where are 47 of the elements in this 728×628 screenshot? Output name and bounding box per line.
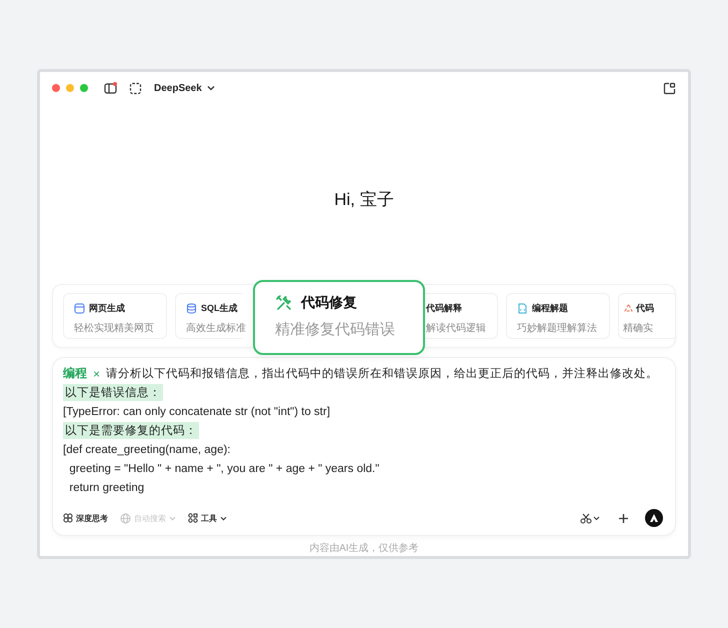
suggestion-card[interactable]: 代码修复 精准修复代码错误 [253,280,425,355]
chevron-icon [220,516,227,520]
card-title: 编程解题 [532,302,568,315]
prompt-text: [def create_greeting(name, age): [63,442,230,456]
mode-tag: 编程 [63,365,87,382]
suggestion-card[interactable]: 编程解题 巧妙解题理解算法 [506,292,610,339]
tools-icon [188,513,198,523]
globe-icon [120,512,131,524]
add-icon[interactable] [618,512,629,524]
message-input[interactable] [52,357,676,536]
prompt-text: return greeting [68,480,144,494]
toolbar-button[interactable]: 工具 [188,512,227,524]
card-title: SQL生成 [201,302,238,315]
prompt-text: [TypeError: can only concatenate str (not "int") to str] [63,404,330,418]
highlighted-text: 以下是需要修复的代码： [63,422,199,439]
card-title: 网页生成 [89,302,125,315]
close-button[interactable] [52,84,60,92]
screenshot-icon[interactable] [129,82,142,95]
card-subtitle: 精准修复代码错误 [275,320,396,339]
send-button[interactable] [645,509,663,527]
card-title: 代码修复 [301,294,357,312]
browser-icon [74,302,85,314]
circles-icon [63,513,73,523]
scissors-dropdown[interactable] [580,512,600,524]
card-subtitle: 巧妙解题理解算法 [517,322,598,335]
toolbar-button[interactable]: 深度思考 [63,512,108,524]
send-icon [649,513,659,523]
chevron-icon [206,85,215,92]
card-subtitle: 解读代码逻辑 [426,322,487,335]
sidebar-icon[interactable] [104,82,117,95]
document-icon [517,302,528,314]
model-dropdown[interactable]: DeepSeek [154,82,215,94]
prompt-text: 请分析以下代码和报错信息，指出代码中的错误所在和错误原因，给出更正后的代码，并注释出修改处。 [106,366,658,381]
chevron-icon [169,516,176,520]
new-chat-icon[interactable] [663,82,676,95]
prompt-text: greeting = "Hello " + name + ", you are " + age + " years old." [68,462,380,476]
disclaimer-text: 内容由AI生成，仅供参考 [309,543,419,554]
greeting-text: Hi, 宝子 [334,188,394,211]
card-title: 代码 [636,302,654,315]
wrench-icon [275,294,293,312]
database-icon [186,302,197,314]
card-subtitle: 轻松实现精美网页 [74,322,155,335]
card-title: 代码解释 [426,302,462,315]
highlighted-text: 以下是错误信息： [63,384,163,401]
card-subtitle: 精确实 [623,322,654,335]
suggestion-card[interactable]: 代码 精确实 [618,292,675,339]
suggestion-card[interactable]: 网页生成 轻松实现精美网页 [63,292,167,339]
